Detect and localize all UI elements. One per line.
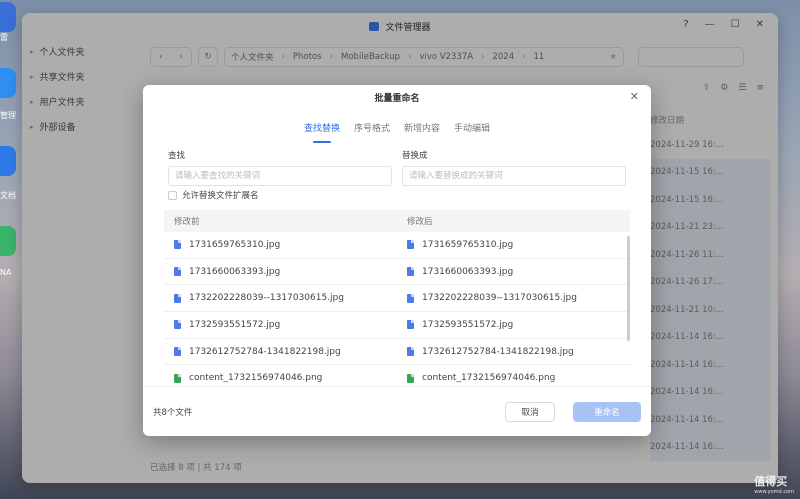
table-row: 1732593551572.jpg 1732593551572.jpg [164, 312, 630, 339]
column-header-before: 修改前 [174, 217, 200, 227]
rename-button[interactable]: 重命名 [573, 401, 641, 422]
watermark-logo: 值得买 www.yomd.com [754, 475, 794, 495]
app-icon-4[interactable] [0, 226, 16, 256]
allow-ext-label: 允许替换文件扩展名 [182, 191, 259, 201]
image-file-icon [174, 267, 181, 277]
close-icon[interactable]: ✕ [630, 90, 639, 103]
image-file-icon [407, 240, 414, 250]
table-row: 1731660063393.jpg 1731660063393.jpg [164, 259, 630, 286]
image-file-icon [174, 293, 181, 303]
app-icon-2[interactable] [0, 68, 16, 98]
png-file-icon [407, 373, 414, 383]
allow-ext-option[interactable]: 允许替换文件扩展名 [168, 189, 259, 201]
table-header: 修改前 修改后 [164, 210, 630, 232]
image-file-icon [174, 347, 181, 357]
preview-table: 修改前 修改后 1731659765310.jpg 1731659765310.… [164, 210, 630, 385]
file-count: 共8个文件 [153, 407, 193, 418]
tab-sequence-format[interactable]: 序号格式 [353, 121, 391, 139]
table-row: 1731659765310.jpg 1731659765310.jpg [164, 232, 630, 259]
image-file-icon [407, 347, 414, 357]
replace-input[interactable] [402, 166, 626, 186]
image-file-icon [407, 267, 414, 277]
batch-rename-dialog: 批量重命名 ✕ 查找替换 序号格式 新增内容 手动编辑 查找 替换成 允许替换文… [143, 85, 651, 436]
table-row: content_1732156974046.png content_173215… [164, 365, 630, 385]
column-header-after: 修改后 [407, 217, 433, 227]
table-row: 1732612752784-1341822198.jpg 17326127527… [164, 339, 630, 366]
dock-label-3: 文档 [0, 191, 16, 200]
dialog-title: 批量重命名 ✕ [374, 90, 639, 104]
find-label: 查找 [168, 151, 186, 161]
table-row: 1732202228039--1317030615.jpg 1732202228… [164, 285, 630, 313]
tab-manual-edit[interactable]: 手动编辑 [453, 121, 491, 139]
allow-ext-checkbox[interactable] [168, 190, 177, 200]
find-input[interactable] [168, 166, 392, 186]
replace-label: 替换成 [402, 151, 428, 161]
png-file-icon [174, 373, 181, 383]
image-file-icon [407, 320, 414, 330]
desktop-dock: 雷 管理 文档 NA [0, 0, 22, 499]
rename-tabs: 查找替换 序号格式 新增内容 手动编辑 [143, 121, 651, 143]
cancel-button[interactable]: 取消 [505, 401, 555, 422]
tab-find-replace[interactable]: 查找替换 [303, 121, 341, 143]
app-icon-1[interactable] [0, 2, 16, 32]
dialog-footer: 共8个文件 取消 重命名 [143, 386, 651, 436]
image-file-icon [407, 293, 414, 303]
table-scrollbar[interactable] [627, 236, 630, 341]
dock-label-2: 管理 [0, 111, 16, 120]
app-icon-3[interactable] [0, 146, 16, 176]
dock-label-4: NA [0, 268, 12, 277]
dock-label-1: 雷 [0, 33, 8, 42]
image-file-icon [174, 240, 181, 250]
tab-add-content[interactable]: 新增内容 [403, 121, 441, 139]
image-file-icon [174, 320, 181, 330]
